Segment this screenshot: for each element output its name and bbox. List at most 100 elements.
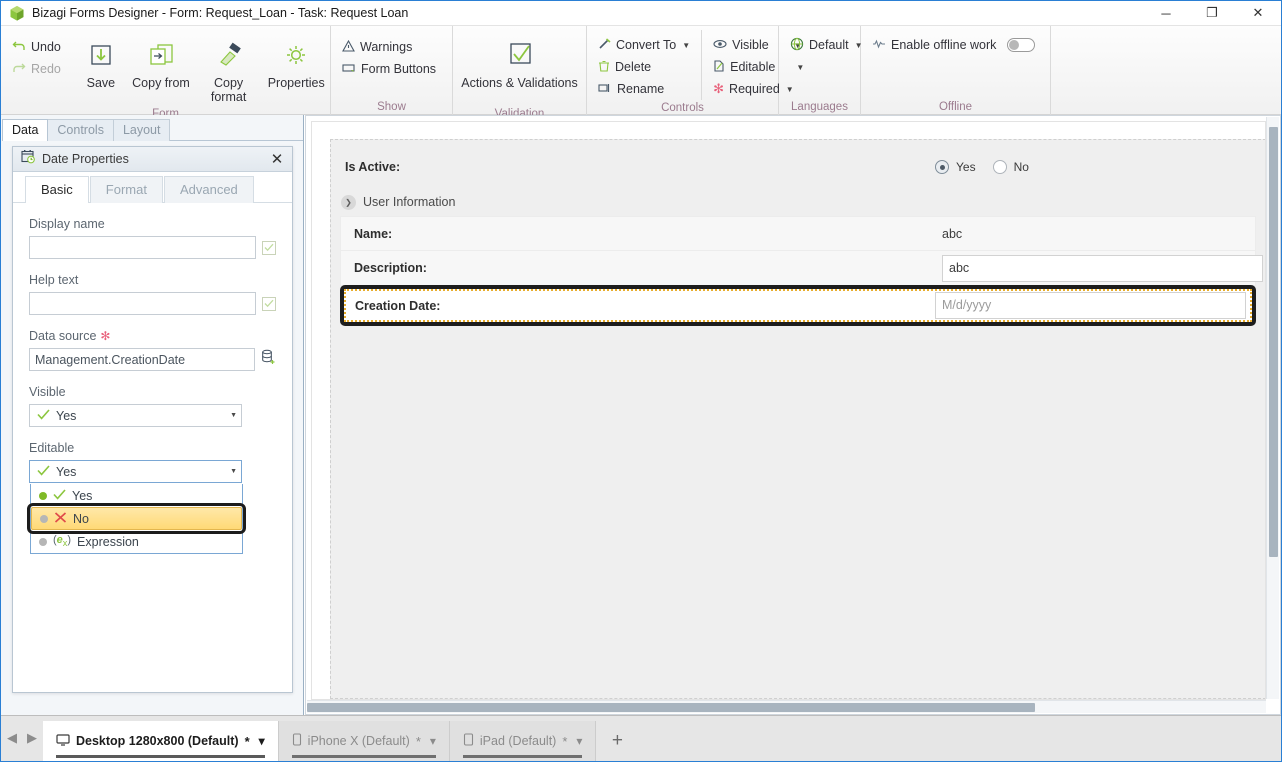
radio-dot [939, 164, 945, 170]
copy-from-button[interactable]: Copy from [127, 30, 195, 106]
panel-tab-layout[interactable]: Layout [112, 119, 171, 141]
add-device-tab-button[interactable]: + [596, 721, 639, 761]
triangle-left-icon[interactable]: ◀ [7, 730, 17, 746]
dialog-body: Display name Help text Data source ✻ Man… [13, 203, 292, 554]
device-tab-desktop-label: Desktop 1280x800 (Default) [76, 734, 239, 748]
window-controls: ─ ❐ ✕ [1143, 1, 1281, 26]
creation-date-label: Creation Date: [355, 298, 441, 313]
properties-label: Properties [267, 76, 325, 90]
creation-date-input[interactable]: M/d/yyyy [935, 292, 1246, 319]
help-text-checkbox[interactable] [262, 296, 276, 311]
convert-to-icon [598, 37, 611, 53]
chevron-down-icon[interactable]: ▾ [430, 734, 436, 748]
ribbon-empty-space [1051, 26, 1281, 115]
undo-button[interactable]: Undo [7, 36, 75, 58]
data-source-label: Data source [29, 329, 97, 343]
visible-label: Visible [732, 38, 769, 52]
panel-tab-data[interactable]: Data [2, 119, 49, 141]
close-button[interactable]: ✕ [1235, 1, 1281, 26]
copy-format-icon [214, 36, 244, 76]
minimize-button[interactable]: ─ [1143, 1, 1189, 26]
editable-option-expression-label: Expression [77, 534, 139, 549]
chevron-down-icon[interactable]: ▾ [259, 734, 265, 748]
undo-label: Undo [31, 40, 61, 54]
creation-date-row-wrap: Creation Date: M/d/yyyy [340, 285, 1256, 326]
is-active-label: Is Active: [345, 160, 401, 174]
dialog-close-icon[interactable]: ✕ [266, 149, 288, 170]
dialog-tab-strip: Basic Format Advanced [13, 172, 292, 203]
unselected-bullet-icon [39, 537, 47, 546]
default-language-button[interactable]: Default ▼ [785, 34, 868, 56]
copy-from-icon [146, 36, 176, 76]
copy-from-label: Copy from [132, 76, 190, 90]
visible-select[interactable]: Yes ▼ [29, 404, 242, 427]
visible-select-value: Yes [56, 408, 77, 423]
device-tab-iphone[interactable]: iPhone X (Default) * ▾ [278, 721, 450, 761]
dialog-tab-format[interactable]: Format [89, 176, 163, 203]
device-tab-ipad[interactable]: iPad (Default) * ▾ [449, 721, 597, 761]
display-name-input[interactable] [29, 236, 256, 259]
data-source-row [29, 348, 276, 371]
data-source-input[interactable] [29, 348, 255, 371]
editable-option-expression[interactable]: (ex) Expression [31, 530, 242, 553]
radio-no[interactable] [992, 160, 1007, 174]
trash-icon [598, 60, 610, 75]
properties-button[interactable]: Properties [262, 30, 330, 106]
help-text-input[interactable] [29, 292, 256, 315]
description-input[interactable]: abc [942, 254, 1263, 282]
chevron-down-icon[interactable]: ❯ [341, 194, 356, 210]
delete-label: Delete [615, 60, 652, 74]
green-check-icon [37, 408, 50, 423]
device-tab-desktop-modified: * [244, 733, 250, 749]
editable-select[interactable]: Yes ▼ Yes No (ex) Expression [27, 460, 246, 554]
maximize-button[interactable]: ❐ [1189, 1, 1235, 26]
chevron-down-icon[interactable]: ▾ [576, 734, 582, 748]
copy-format-button[interactable]: Copy format [195, 30, 263, 106]
database-add-icon[interactable] [261, 349, 276, 370]
tab-underline [291, 755, 436, 758]
creation-date-row[interactable]: Creation Date: M/d/yyyy [344, 289, 1252, 322]
is-active-radio-group[interactable]: Yes No [935, 160, 1029, 174]
dialog-tab-advanced[interactable]: Advanced [163, 176, 254, 203]
date-properties-dialog: Date Properties ✕ Basic Format Advanced … [12, 146, 293, 693]
table-row[interactable]: Name: abc [340, 216, 1256, 251]
actions-validations-label: Actions & Validations [461, 76, 578, 90]
canvas-horizontal-scrollbar[interactable] [307, 700, 1266, 713]
form-preview: Is Active: Yes No ❯ User Information Nam… [330, 139, 1265, 699]
user-information-section-header[interactable]: ❯ User Information [331, 188, 1265, 216]
checkmark-box-icon [504, 36, 536, 76]
delete-button[interactable]: Delete [593, 56, 695, 78]
dialog-tab-basic[interactable]: Basic [25, 176, 89, 203]
panel-tab-controls[interactable]: Controls [47, 119, 114, 141]
device-tab-iphone-modified: * [415, 733, 421, 749]
save-button[interactable]: Save [75, 30, 128, 106]
phone-icon [292, 733, 302, 749]
triangle-right-icon[interactable]: ▶ [27, 730, 37, 746]
actions-validations-button[interactable]: Actions & Validations [458, 30, 582, 106]
editable-option-no[interactable]: No [27, 503, 246, 534]
form-buttons-label: Form Buttons [361, 62, 437, 76]
horizontal-scroll-thumb[interactable] [307, 703, 1035, 712]
bizagi-cube-icon [6, 1, 28, 26]
editable-option-yes[interactable]: Yes [31, 484, 242, 507]
form-buttons-button[interactable]: Form Buttons [337, 58, 441, 80]
warnings-button[interactable]: Warnings [337, 36, 441, 58]
display-name-checkbox[interactable] [262, 240, 276, 255]
default-language-label: Default [809, 38, 849, 52]
redo-label: Redo [31, 62, 61, 76]
device-tab-desktop[interactable]: Desktop 1280x800 (Default) * ▾ [43, 721, 279, 761]
vertical-scroll-thumb[interactable] [1269, 127, 1278, 557]
convert-to-button[interactable]: Convert To ▼ [593, 34, 695, 56]
table-row[interactable]: Description: abc [340, 251, 1263, 286]
canvas-vertical-scrollbar[interactable] [1266, 117, 1279, 699]
red-x-icon [54, 511, 67, 526]
visible-field-label: Visible [29, 385, 66, 399]
rename-button[interactable]: Rename [593, 78, 695, 100]
radio-yes[interactable] [935, 160, 949, 174]
tablet-icon [463, 733, 474, 749]
ribbon-group-validation: Actions & Validations Validation [453, 26, 587, 120]
enable-offline-work-toggle[interactable]: Enable offline work [867, 34, 1040, 56]
offline-switch[interactable] [1007, 38, 1036, 52]
is-active-row[interactable]: Is Active: Yes No [331, 146, 1265, 188]
redo-button[interactable]: Redo [7, 58, 75, 80]
